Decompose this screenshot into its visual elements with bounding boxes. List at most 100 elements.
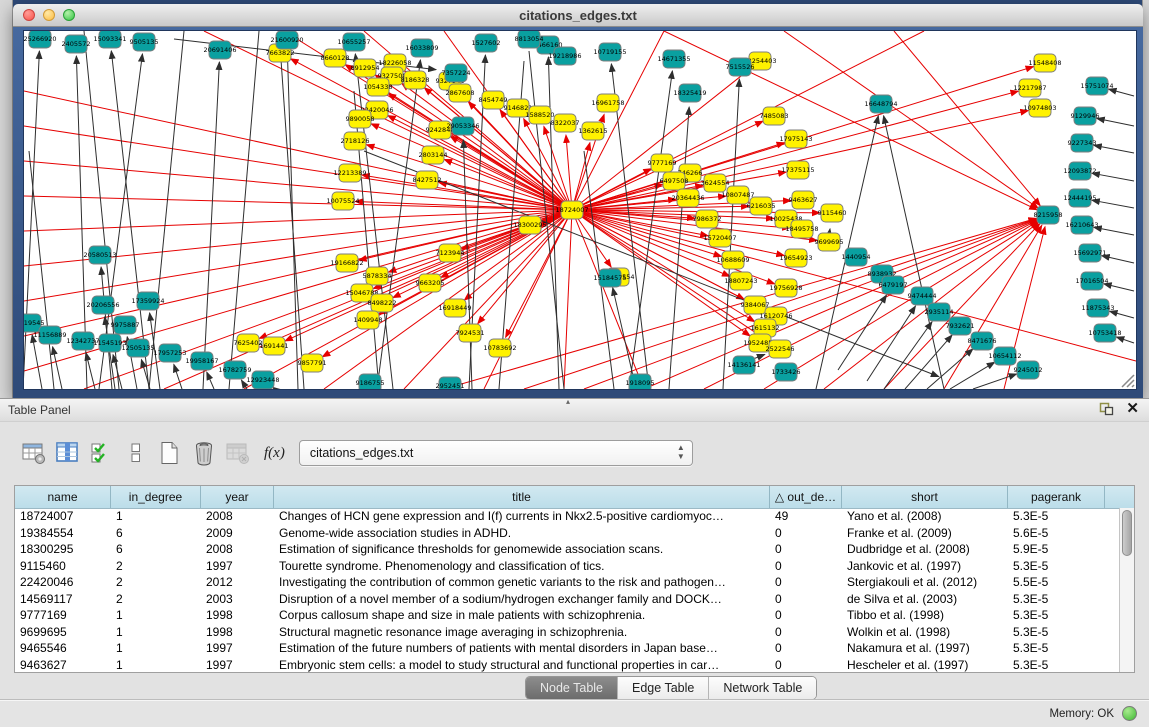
network-node-label: 7625402 — [234, 339, 263, 347]
table-row[interactable]: 946554611997Estimation of the future num… — [15, 640, 1119, 657]
table-row[interactable]: 2242004622012Investigating the contribut… — [15, 574, 1119, 591]
table-cell: Tibbo et al. (1998) — [842, 607, 1008, 624]
column-header-6[interactable]: pagerank — [1008, 486, 1105, 508]
network-node-label: 9699695 — [815, 238, 844, 246]
table-row[interactable]: 911546021997Tourette syndrome. Phenomeno… — [15, 558, 1119, 575]
resize-grip-icon[interactable] — [1119, 372, 1135, 388]
network-node-label: 9129946 — [1071, 112, 1100, 120]
splitter-handle-icon[interactable]: ▴ — [566, 397, 570, 406]
table-cell: 18724007 — [15, 508, 111, 525]
vertical-scrollbar[interactable] — [1119, 508, 1134, 672]
table-cell: 2 — [111, 558, 201, 575]
checkbox-list-icon[interactable] — [122, 439, 150, 467]
table-cell: 5.3E-5 — [1008, 657, 1105, 673]
table-row[interactable]: 977716911998Corpus callosum shape and si… — [15, 607, 1119, 624]
table-row[interactable]: 1872400712008Changes of HCN gene express… — [15, 508, 1119, 525]
tab-edge-table[interactable]: Edge Table — [618, 677, 709, 699]
network-node-label: 8660128 — [321, 54, 350, 62]
network-node-label: 8454749 — [479, 96, 508, 104]
network-node-label: 8813054 — [515, 35, 544, 43]
table-cell: 2 — [111, 574, 201, 591]
network-node-label: 1588520 — [526, 111, 555, 119]
select-checks-icon[interactable] — [88, 439, 116, 467]
column-header-2[interactable]: year — [201, 486, 274, 508]
network-node-label: 9474444 — [908, 292, 937, 300]
network-node-label: 9463627 — [789, 196, 818, 204]
float-panel-icon[interactable] — [1099, 402, 1114, 416]
selected-table-name: citations_edges.txt — [310, 446, 414, 460]
table-row[interactable]: 1938455462009Genome-wide association stu… — [15, 525, 1119, 542]
network-node-label: 1691441 — [260, 342, 289, 350]
tab-network-table[interactable]: Network Table — [709, 677, 816, 699]
network-node-label: 11875343 — [1081, 304, 1114, 312]
table-cell: Genome-wide association studies in ADHD. — [274, 525, 770, 542]
table-selector-dropdown[interactable]: citations_edges.txt ▲▼ — [299, 440, 693, 466]
network-node-label: 15720407 — [703, 234, 736, 242]
network-node-label: 9890058 — [346, 115, 375, 123]
network-node-label: 1918095 — [626, 379, 655, 387]
scrollbar-thumb[interactable] — [1122, 510, 1132, 556]
table-type-tabs: Node TableEdge TableNetwork Table — [525, 676, 817, 700]
network-node-label: 7123944 — [436, 249, 465, 257]
table-row[interactable]: 946362711997Embryonic stem cells: a mode… — [15, 657, 1119, 673]
network-node-label: 16961758 — [591, 99, 624, 107]
column-header-5[interactable]: short — [842, 486, 1008, 508]
table-cell: 5.5E-5 — [1008, 574, 1105, 591]
network-node-label: 16210643 — [1065, 221, 1098, 229]
tab-node-table[interactable]: Node Table — [526, 677, 618, 699]
table-cell: Stergiakouli et al. (2012) — [842, 574, 1008, 591]
network-canvas[interactable]: 1872400776638228660128891295418226058932… — [23, 30, 1137, 390]
network-node-label: 18724007 — [555, 206, 588, 214]
network-node-label: 6216035 — [747, 202, 776, 210]
table-row[interactable]: 969969511998Structural magnetic resonanc… — [15, 624, 1119, 641]
network-node-label: 14671355 — [657, 55, 690, 63]
network-node-label: 15692971 — [1073, 249, 1106, 257]
table-panel: ▴ Table Panel ✕ f( — [0, 398, 1149, 727]
table-cell: 1998 — [201, 624, 274, 641]
table-cell: 5.3E-5 — [1008, 607, 1105, 624]
network-node-label: 19654923 — [779, 254, 812, 262]
network-node-label: 6479197 — [879, 281, 908, 289]
table-cell: 1997 — [201, 640, 274, 657]
table-cell: 2003 — [201, 591, 274, 608]
memory-ok-indicator-icon[interactable] — [1122, 706, 1137, 721]
network-node-label: 1615132 — [751, 324, 780, 332]
network-node-label: 25266920 — [24, 35, 57, 43]
citation-network-graph[interactable]: 1872400776638228660128891295418226058932… — [24, 31, 1136, 389]
close-panel-icon[interactable]: ✕ — [1126, 401, 1139, 417]
delete-table-disabled-icon[interactable] — [224, 439, 252, 467]
network-node-label: 12923448 — [246, 376, 279, 384]
network-node-label: 19218986 — [548, 52, 581, 60]
network-node-label: 12217987 — [1013, 84, 1046, 92]
column-header-4[interactable]: △ out_de… — [770, 486, 842, 508]
table-cell: 0 — [770, 541, 842, 558]
table-cell: 19384554 — [15, 525, 111, 542]
network-node-label: 10654112 — [988, 352, 1021, 360]
table-row[interactable]: 1830029562008Estimation of significance … — [15, 541, 1119, 558]
network-node-label: 12213389 — [333, 169, 366, 177]
new-document-icon[interactable] — [156, 439, 184, 467]
network-node-label: 9186755 — [356, 379, 385, 387]
network-node-label: 7924531 — [456, 329, 485, 337]
table-cell: Wolkin et al. (1998) — [842, 624, 1008, 641]
column-header-0[interactable]: name — [15, 486, 111, 508]
table-cell: 1 — [111, 640, 201, 657]
network-node-label: 16033809 — [405, 44, 438, 52]
column-select-icon[interactable] — [54, 439, 82, 467]
network-node-label: 1054338 — [364, 83, 393, 91]
table-cell: Hescheler et al. (1997) — [842, 657, 1008, 673]
network-node-label: 17975143 — [779, 135, 812, 143]
table-row[interactable]: 1456911722003Disruption of a novel membe… — [15, 591, 1119, 608]
trash-icon[interactable] — [190, 439, 218, 467]
window-title: citations_edges.txt — [13, 8, 1143, 23]
network-node-label: 1440954 — [842, 253, 871, 261]
table-options-icon[interactable] — [20, 439, 48, 467]
memory-status-label: Memory: OK — [1049, 708, 1114, 720]
column-header-1[interactable]: in_degree — [111, 486, 201, 508]
network-node-label: 7515526 — [726, 63, 755, 71]
table-cell: 5.3E-5 — [1008, 640, 1105, 657]
table-toolbar: f(x) citations_edges.txt ▲▼ — [0, 422, 1149, 484]
column-header-3[interactable]: title — [274, 486, 770, 508]
function-builder-icon[interactable]: f(x) — [264, 445, 285, 462]
window-titlebar[interactable]: citations_edges.txt — [13, 4, 1143, 27]
